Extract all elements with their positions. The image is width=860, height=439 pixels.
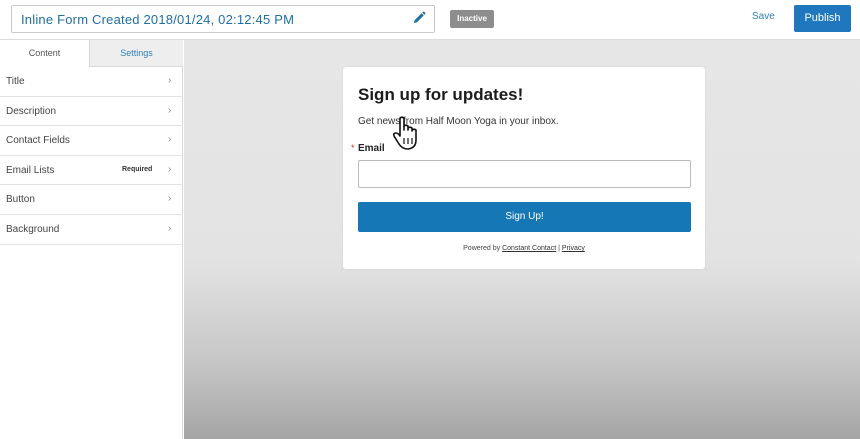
preview-canvas: Sign up for updates! Get news from Half … bbox=[184, 40, 860, 439]
chevron-right-icon: › bbox=[168, 163, 172, 175]
chevron-right-icon: › bbox=[168, 222, 172, 234]
required-marker: * bbox=[351, 143, 355, 153]
sidebar-item-label: Description bbox=[6, 105, 57, 117]
form-title-text[interactable]: Inline Form Created 2018/01/24, 02:12:45… bbox=[21, 12, 294, 27]
hand-pointer-cursor-icon bbox=[392, 116, 417, 150]
sign-up-button[interactable]: Sign Up! bbox=[358, 202, 691, 232]
chevron-right-icon: › bbox=[168, 104, 172, 116]
sidebar: Content Settings Title › Description › C… bbox=[0, 40, 183, 439]
sidebar-item-label: Button bbox=[6, 194, 35, 206]
form-preview-card[interactable]: Sign up for updates! Get news from Half … bbox=[343, 67, 705, 269]
chevron-right-icon: › bbox=[168, 75, 172, 86]
sidebar-item-label: Email Lists bbox=[6, 164, 55, 176]
sidebar-item-label: Contact Fields bbox=[6, 135, 70, 147]
form-description[interactable]: Get news from Half Moon Yoga in your inb… bbox=[358, 116, 559, 127]
sidebar-item-contact-fields[interactable]: Contact Fields › bbox=[0, 126, 183, 156]
sidebar-menu: Title › Description › Contact Fields › E… bbox=[0, 67, 183, 245]
footer-separator: | bbox=[558, 245, 560, 252]
email-label: Email bbox=[358, 143, 385, 154]
sidebar-item-button[interactable]: Button › bbox=[0, 185, 183, 215]
sidebar-item-email-lists[interactable]: Email Lists Required › bbox=[0, 156, 183, 186]
privacy-link[interactable]: Privacy bbox=[562, 245, 585, 252]
top-toolbar: Inline Form Created 2018/01/24, 02:12:45… bbox=[0, 0, 860, 40]
sidebar-tabs: Content Settings bbox=[0, 40, 183, 67]
sidebar-item-description[interactable]: Description › bbox=[0, 97, 183, 127]
powered-by-footer: Powered by Constant Contact | Privacy bbox=[343, 245, 705, 252]
constant-contact-link[interactable]: Constant Contact bbox=[502, 245, 556, 252]
powered-by-text: Powered by bbox=[463, 245, 501, 252]
publish-button[interactable]: Publish bbox=[794, 5, 851, 32]
sidebar-item-label: Background bbox=[6, 223, 60, 235]
tab-settings[interactable]: Settings bbox=[90, 40, 183, 67]
save-button[interactable]: Save bbox=[752, 11, 775, 22]
chevron-right-icon: › bbox=[168, 134, 172, 146]
sidebar-item-label: Title bbox=[6, 76, 25, 87]
sidebar-item-background[interactable]: Background › bbox=[0, 215, 183, 245]
form-title-field[interactable]: Inline Form Created 2018/01/24, 02:12:45… bbox=[11, 5, 435, 33]
pencil-icon[interactable] bbox=[412, 11, 426, 25]
sidebar-item-title[interactable]: Title › bbox=[0, 67, 183, 97]
email-field[interactable] bbox=[358, 160, 691, 188]
form-heading[interactable]: Sign up for updates! bbox=[358, 85, 523, 105]
chevron-right-icon: › bbox=[168, 193, 172, 205]
tab-content[interactable]: Content bbox=[0, 40, 90, 67]
required-tag: Required bbox=[122, 165, 153, 173]
status-badge: Inactive bbox=[450, 10, 494, 28]
